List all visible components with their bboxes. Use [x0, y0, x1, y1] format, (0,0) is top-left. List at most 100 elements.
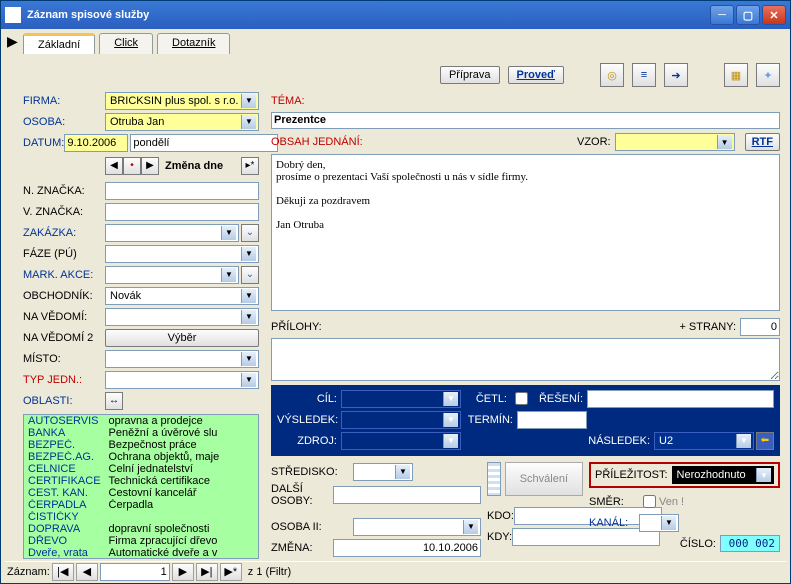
- area-row[interactable]: DŘEVOFirma zpracující dřevo: [24, 535, 258, 547]
- vznacka-field[interactable]: [105, 203, 259, 221]
- datum-field[interactable]: [64, 134, 128, 152]
- vysledek-combo[interactable]: ▼: [341, 411, 461, 429]
- oblasti-expand-button[interactable]: ↔: [105, 392, 123, 410]
- zakazka-label: ZAKÁZKA:: [23, 227, 105, 239]
- close-button[interactable]: ✕: [762, 5, 786, 25]
- goto-button[interactable]: ▸*: [241, 157, 259, 175]
- area-row[interactable]: DOPRAVAdopravní společnosti: [24, 523, 258, 535]
- tab-survey[interactable]: Dotazník: [157, 33, 230, 54]
- chevron-down-icon[interactable]: ▼: [241, 94, 256, 108]
- prev-day-button[interactable]: ◀: [105, 157, 123, 175]
- mark-filter-icon[interactable]: ⌄: [241, 266, 259, 284]
- chevron-down-icon[interactable]: ▼: [443, 392, 458, 406]
- area-row[interactable]: ČISTIČKY: [24, 511, 258, 523]
- schvaleni-button[interactable]: Schválení: [505, 462, 583, 496]
- chevron-down-icon[interactable]: ▼: [756, 468, 771, 482]
- chevron-down-icon[interactable]: ▼: [463, 520, 478, 534]
- nznacka-field[interactable]: [105, 182, 259, 200]
- osoba2-combo[interactable]: ▼: [353, 518, 481, 536]
- tool-icon-3[interactable]: ➔: [664, 63, 688, 87]
- prilohy-textarea[interactable]: [271, 338, 780, 381]
- tool-icon-1[interactable]: ◎: [600, 63, 624, 87]
- maximize-button[interactable]: ▢: [736, 5, 760, 25]
- chevron-down-icon[interactable]: ▼: [395, 465, 410, 479]
- prilez-label: PŘÍLEŽITOST:: [595, 469, 668, 481]
- area-row[interactable]: Dveře, vrataAutomatické dveře a v: [24, 547, 258, 559]
- top-toolbar: Příprava Proveď ◎ ≡ ➔ ▦ ✦: [440, 63, 780, 87]
- mark-combo[interactable]: ▼: [105, 266, 239, 284]
- firma-combo[interactable]: BRICKSIN plus spol. s r.o.▼: [105, 92, 259, 110]
- execute-button[interactable]: Proveď: [508, 66, 564, 84]
- record-pos-field[interactable]: [100, 563, 170, 581]
- nav-prev-button[interactable]: ◀: [76, 563, 98, 581]
- nav-last-button[interactable]: ▶|: [196, 563, 218, 581]
- nav-first-button[interactable]: |◀: [52, 563, 74, 581]
- chevron-down-icon[interactable]: ▼: [221, 226, 236, 240]
- firma-label: FIRMA:: [23, 95, 105, 107]
- obsah-textarea[interactable]: [271, 154, 780, 311]
- dalsi-field[interactable]: [333, 486, 481, 504]
- area-row[interactable]: BEZPEČ.AG.Ochrana objektů, maje: [24, 451, 258, 463]
- navedomi-combo[interactable]: ▼: [105, 308, 259, 326]
- cetl-checkbox[interactable]: [515, 392, 528, 405]
- smer-checkbox[interactable]: [643, 495, 656, 508]
- area-row[interactable]: BEZPEČ.Bezpečnost práce: [24, 439, 258, 451]
- termin-field[interactable]: [517, 411, 587, 429]
- prilez-combo[interactable]: Nerozhodnuto▼: [672, 466, 774, 484]
- vyber-button[interactable]: Výběr: [105, 329, 259, 347]
- zakazka-combo[interactable]: ▼: [105, 224, 239, 242]
- next-day-button[interactable]: ▶: [141, 157, 159, 175]
- kanal-combo[interactable]: ▼: [639, 514, 679, 532]
- nasledek-go-icon[interactable]: ⬅: [756, 432, 774, 450]
- misto-combo[interactable]: ▼: [105, 350, 259, 368]
- tool-icon-4[interactable]: ▦: [724, 63, 748, 87]
- chevron-down-icon[interactable]: ▼: [241, 352, 256, 366]
- chevron-down-icon[interactable]: ▼: [241, 247, 256, 261]
- minimize-button[interactable]: ─: [710, 5, 734, 25]
- chevron-down-icon[interactable]: ▼: [443, 434, 458, 448]
- chevron-down-icon[interactable]: ▼: [241, 115, 256, 129]
- zdroj-combo[interactable]: ▼: [341, 432, 461, 450]
- notes-icon[interactable]: [487, 462, 501, 496]
- tab-basic[interactable]: Základní: [23, 33, 95, 54]
- nasledek-combo[interactable]: U2▼: [654, 432, 754, 450]
- nav-next-button[interactable]: ▶: [172, 563, 194, 581]
- tool-icon-5[interactable]: ✦: [756, 63, 780, 87]
- reseni-field[interactable]: [587, 390, 774, 408]
- rtf-button[interactable]: RTF: [745, 133, 780, 151]
- area-row[interactable]: CERTIFIKACETechnická certifikace: [24, 475, 258, 487]
- smer-label: SMĚR:: [589, 496, 639, 508]
- chevron-down-icon[interactable]: ▼: [717, 135, 732, 149]
- vzor-combo[interactable]: ▼: [615, 133, 735, 151]
- chevron-down-icon[interactable]: ▼: [661, 516, 676, 530]
- areas-list[interactable]: AUTOSERVISopravna a prodejce BANKAPeněžn…: [23, 414, 259, 559]
- prepare-button[interactable]: Příprava: [440, 66, 500, 84]
- chevron-down-icon[interactable]: ▼: [241, 373, 256, 387]
- chevron-down-icon[interactable]: ▼: [443, 413, 458, 427]
- nav-new-button[interactable]: ▶*: [220, 563, 242, 581]
- area-row[interactable]: CEST. KAN.Cestovní kancelář: [24, 487, 258, 499]
- zakazka-filter-icon[interactable]: ⌄: [241, 224, 259, 242]
- tool-icon-2[interactable]: ≡: [632, 63, 656, 87]
- area-row[interactable]: ČERPADLAČerpadla: [24, 499, 258, 511]
- area-row[interactable]: BANKAPeněžní a úvěrové slu: [24, 427, 258, 439]
- faze-combo[interactable]: ▼: [105, 245, 259, 263]
- tab-click[interactable]: Click: [99, 33, 153, 54]
- area-row[interactable]: CELNICECelní jednatelství: [24, 463, 258, 475]
- cil-combo[interactable]: ▼: [341, 390, 461, 408]
- chevron-down-icon[interactable]: ▼: [241, 310, 256, 324]
- obchodnik-combo[interactable]: Novák▼: [105, 287, 259, 305]
- vznacka-label: V. ZNAČKA:: [23, 206, 105, 218]
- chevron-down-icon[interactable]: ▼: [241, 289, 256, 303]
- area-row[interactable]: AUTOSERVISopravna a prodejce: [24, 415, 258, 427]
- stredisko-combo[interactable]: ▼: [353, 463, 413, 481]
- kdo-label: KDO:: [487, 510, 514, 522]
- osoba-combo[interactable]: Otruba Jan▼: [105, 113, 259, 131]
- typjedn-combo[interactable]: ▼: [105, 371, 259, 389]
- strany-field[interactable]: [740, 318, 780, 336]
- datum-label: DATUM:: [23, 137, 64, 149]
- chevron-down-icon[interactable]: ▼: [736, 434, 751, 448]
- today-button[interactable]: •: [123, 157, 141, 175]
- tema-field[interactable]: [271, 112, 780, 129]
- chevron-down-icon[interactable]: ▼: [221, 268, 236, 282]
